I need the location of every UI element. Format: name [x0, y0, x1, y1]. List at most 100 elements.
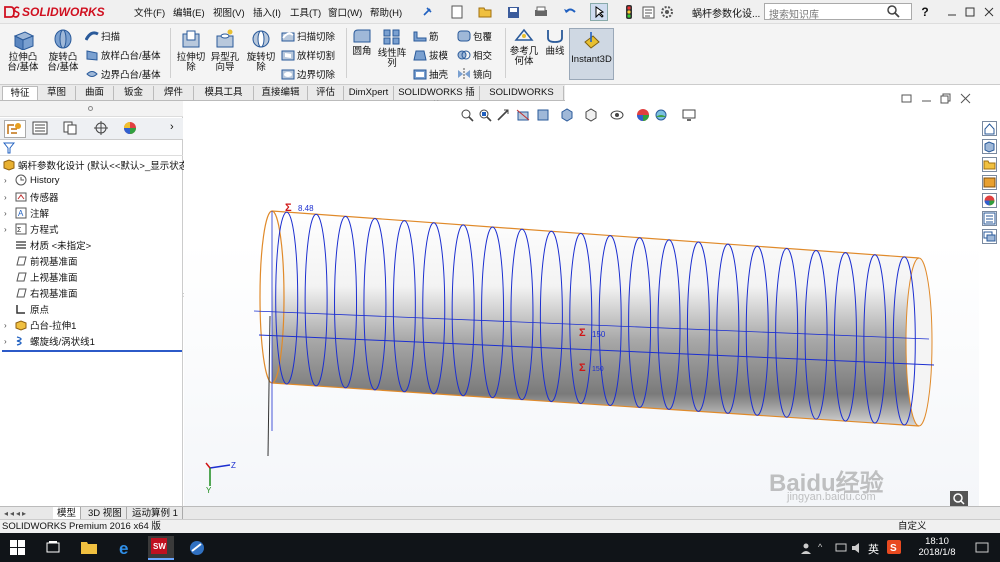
expand-arrow-icon[interactable]: › [4, 209, 12, 218]
tree-item[interactable]: › A 注解 [4, 206, 49, 220]
hole-wizard-button[interactable]: 异型孔 向导 [207, 28, 243, 73]
property-manager-tab-icon[interactable] [32, 121, 50, 137]
open-folder-icon[interactable] [476, 3, 494, 21]
menu-file[interactable]: 文件(F) [134, 5, 165, 19]
rib-button[interactable]: 筋 [413, 29, 439, 43]
maximize-icon[interactable] [961, 3, 979, 21]
menu-edit[interactable]: 编辑(E) [173, 5, 205, 19]
menu-view[interactable]: 视图(V) [213, 5, 245, 19]
tab-evaluate[interactable]: 评估 [308, 86, 344, 100]
options-gear-icon[interactable] [658, 3, 676, 21]
tab-dimxpert[interactable]: DimXpert [344, 86, 394, 100]
expand-arrow-icon[interactable]: › [4, 321, 12, 330]
revolve-cut-button[interactable]: 旋转切 除 [243, 28, 279, 73]
solidworks-resources-icon[interactable] [982, 121, 997, 136]
worm-cylinder-body[interactable] [259, 210, 933, 427]
tree-root-part[interactable]: 蜗杆参数化设计 (默认<<默认>_显示状态 [3, 158, 188, 172]
ime-indicator[interactable]: 英 [868, 541, 879, 557]
tab-direct-editing[interactable]: 直接编辑 [254, 86, 308, 100]
dimxpert-manager-tab-icon[interactable] [93, 121, 111, 137]
app-taskbar-icon[interactable] [188, 539, 206, 557]
loft-cut-button[interactable]: 放样切割 [281, 48, 335, 62]
traffic-light-icon[interactable] [620, 3, 638, 21]
file-properties-icon[interactable] [639, 3, 657, 21]
extrude-cut-button[interactable]: 拉伸切 除 [173, 28, 209, 73]
expand-arrow-icon[interactable]: › [4, 225, 12, 234]
solidworks-taskbar-icon[interactable]: SW [148, 536, 174, 560]
model-canvas[interactable]: Σ 8.48 Σ 150 Σ 150 Z Y [184, 101, 979, 506]
tree-item[interactable]: › History [4, 174, 60, 186]
feature-tree-tab-icon[interactable] [4, 120, 26, 138]
display-manager-tab-icon[interactable] [122, 121, 140, 137]
dimension-length-value[interactable]: 150 [592, 330, 606, 339]
tab-addins[interactable]: SOLIDWORKS 插件 [394, 86, 480, 112]
draft-button[interactable]: 拔模 [413, 48, 448, 62]
origin-axis-line[interactable] [267, 315, 271, 457]
cylinder-end-face-right[interactable] [905, 257, 933, 427]
network-icon[interactable] [835, 542, 847, 554]
tree-item[interactable]: › 传感器 [4, 190, 59, 204]
file-explorer-icon[interactable] [982, 157, 997, 172]
wrap-button[interactable]: 包覆 [457, 29, 492, 43]
minimize-icon[interactable] [943, 3, 961, 21]
panel-splitter[interactable] [0, 101, 183, 117]
reference-geometry-button[interactable]: 参考几 何体 [507, 28, 541, 67]
linear-pattern-button[interactable]: 线性阵 列 [374, 28, 410, 69]
close-icon[interactable] [980, 3, 998, 21]
tree-item[interactable]: 上视基准面 [4, 270, 78, 284]
tree-item[interactable]: › 凸台-拉伸1 [4, 318, 76, 332]
help-question-icon[interactable]: ? [916, 3, 934, 21]
shell-button[interactable]: 抽壳 [413, 67, 448, 81]
tab-sheet-metal[interactable]: 钣金 [114, 86, 154, 100]
loft-boss-button[interactable]: 放样凸台/基体 [85, 48, 161, 62]
menu-window[interactable]: 窗口(W) [328, 5, 362, 19]
tree-item[interactable]: › Σ 方程式 [4, 222, 59, 236]
sweep-cut-button[interactable]: 扫描切除 [281, 29, 335, 43]
expand-arrow-icon[interactable]: › [4, 193, 12, 202]
menu-tools[interactable]: 工具(T) [290, 5, 321, 19]
sogou-ime-icon[interactable]: S [887, 540, 901, 554]
volume-icon[interactable] [851, 542, 863, 554]
sweep-button[interactable]: 扫描 [85, 29, 120, 43]
pin-icon[interactable] [418, 3, 436, 21]
tab-weldments[interactable]: 焊件 [154, 86, 194, 100]
intersect-button[interactable]: 相交 [457, 48, 492, 62]
save-icon[interactable] [504, 3, 522, 21]
extrude-boss-button[interactable]: 拉伸凸 台/基体 [3, 28, 43, 73]
configuration-manager-tab-icon[interactable] [62, 121, 80, 137]
search-icon[interactable] [884, 2, 902, 20]
tree-item[interactable]: › 螺旋线/涡状线1 [4, 334, 95, 348]
file-explorer-taskbar-icon[interactable] [80, 539, 98, 557]
system-clock[interactable]: 18:10 2018/1/8 [917, 536, 957, 558]
windows-start-icon[interactable] [10, 540, 26, 556]
select-pointer-icon[interactable] [590, 3, 608, 21]
task-view-icon[interactable] [45, 540, 61, 556]
expand-arrow-icon[interactable]: › [4, 337, 12, 346]
tab-mold-tools[interactable]: 模具工具 [194, 86, 254, 100]
action-center-icon[interactable] [975, 541, 989, 555]
tray-expand-icon[interactable]: ^ [818, 542, 830, 554]
filter-icon[interactable] [2, 142, 16, 155]
tab-sketch[interactable]: 草图 [38, 86, 76, 100]
graphics-area[interactable]: Σ 8.48 Σ 150 Σ 150 Z Y Baidu经验 jingyan.b… [184, 93, 979, 507]
forum-icon[interactable] [982, 229, 997, 244]
expand-arrow-icon[interactable]: › [4, 176, 12, 185]
status-units[interactable]: 自定义 [898, 520, 927, 533]
edge-browser-icon[interactable]: e [117, 539, 135, 558]
mirror-button[interactable]: 镜向 [457, 67, 492, 81]
tree-item[interactable]: 材质 <未指定> [4, 238, 91, 252]
revolve-boss-button[interactable]: 旋转凸 台/基体 [43, 28, 83, 73]
dimension-pitch-value[interactable]: 8.48 [298, 204, 314, 213]
curves-button[interactable]: 曲线 [541, 28, 569, 57]
tab-surfaces[interactable]: 曲面 [76, 86, 114, 100]
boundary-boss-button[interactable]: 边界凸台/基体 [85, 67, 161, 81]
panel-more-chevron-icon[interactable]: › [170, 121, 180, 137]
custom-properties-icon[interactable] [982, 211, 997, 226]
menu-help[interactable]: 帮助(H) [370, 5, 402, 19]
rollback-bar[interactable] [2, 350, 182, 352]
tree-item[interactable]: 右视基准面 [4, 286, 78, 300]
print-icon[interactable] [532, 3, 550, 21]
tab-mbd[interactable]: SOLIDWORKS MBD [480, 86, 564, 112]
design-library-icon[interactable] [982, 139, 997, 154]
appearances-icon[interactable] [982, 193, 997, 208]
